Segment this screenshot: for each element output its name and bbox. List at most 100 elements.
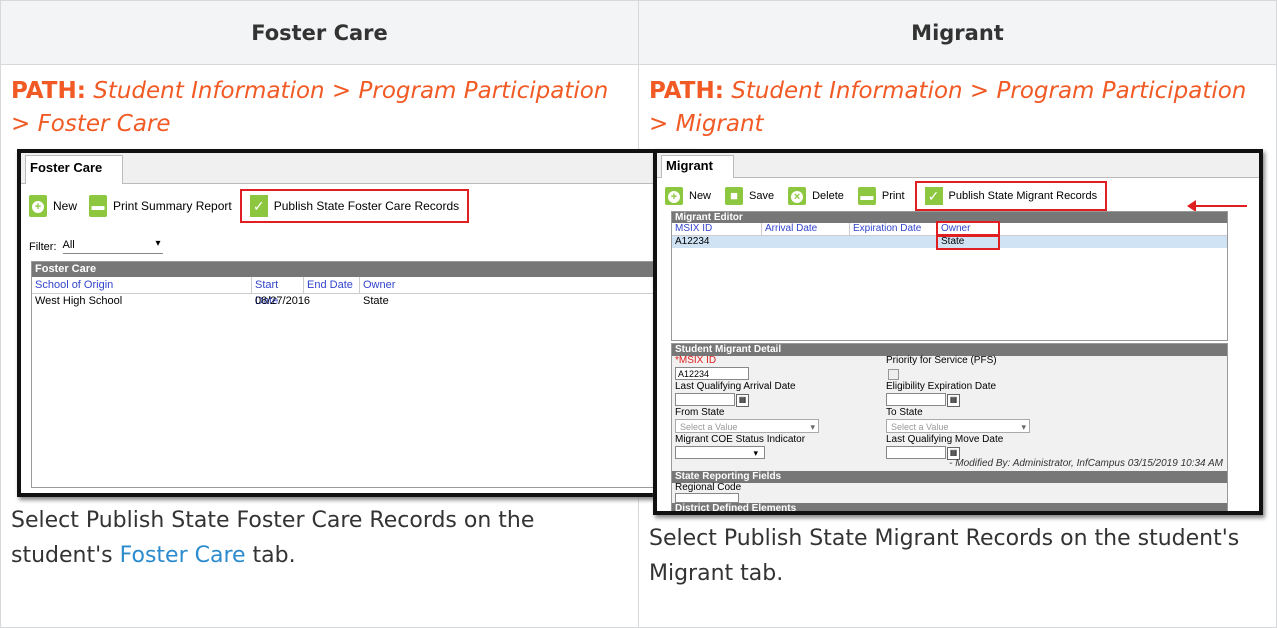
filter: Filter: All [29,238,163,254]
comparison-table: Foster Care Migrant PATH: Student Inform… [0,0,1277,628]
caption-tail: tab. [245,543,296,568]
save-icon: ■ [725,187,744,205]
eligibility-label: Eligibility Expiration Date [886,381,997,392]
col-owner[interactable]: Owner [360,277,460,293]
col-msix[interactable]: MSIX ID [672,223,762,235]
pfs-label: Priority for Service (PFS) [886,355,997,366]
print-button[interactable]: ▬ Print [857,187,905,205]
regional-code-label: Regional Code [675,482,742,493]
check-icon: ✓ [249,195,268,217]
state-fields-title: State Reporting Fields [672,471,1227,483]
coe-select[interactable]: ▾ [675,446,765,459]
foster-care-link[interactable]: Foster Care [120,543,246,568]
to-state-label: To State [886,407,923,418]
migrant-caption: Select Publish State Migrant Records on … [649,526,1240,586]
cell-start: 08/27/2016 [255,295,311,307]
col-end[interactable]: End Date [304,277,360,293]
coe-label: Migrant COE Status Indicator [675,434,806,445]
col-owner[interactable]: Owner [936,221,1000,237]
cell-owner: State [363,295,389,307]
cell-end [304,294,360,309]
calendar-icon[interactable]: ▦ [736,394,749,407]
printer-icon: ▬ [857,187,876,205]
grid-title: Migrant Editor [672,212,1227,223]
grid-title: Foster Care [32,262,678,277]
district-elements-title: District Defined Elements [672,503,1227,511]
new-label: New [689,190,712,202]
new-button[interactable]: + New [29,195,77,217]
from-state-label: From State [675,407,725,418]
publish-migrant-button[interactable]: ✓ Publish State Migrant Records [914,181,1108,211]
new-label: New [53,199,78,213]
pfs-checkbox[interactable] [888,369,899,380]
msix-label: *MSIX ID [675,355,717,366]
plus-icon: + [665,187,683,205]
chevron-down-icon: ▾ [753,448,758,458]
migrant-editor-grid: Migrant Editor MSIX ID Arrival Date Expi… [671,211,1228,341]
path-text: Student Information > Program Participat… [649,78,1247,137]
regional-code-input[interactable] [675,493,739,503]
grid-header: MSIX ID Arrival Date Expiration Date Own… [672,221,1227,237]
new-button[interactable]: + New [665,187,711,205]
col-arrival[interactable]: Arrival Date [762,223,850,235]
migrant-screenshot: Migrant + New ■ Save × Delete ▬ Print ✓ … [653,149,1263,515]
path-label: PATH: [649,78,724,104]
foster-grid: Foster Care School of Origin Start Date … [31,261,679,488]
tab-bar: Foster Care [21,153,691,184]
delete-icon: × [788,187,807,205]
move-date-label: Last Qualifying Move Date [886,434,1004,445]
calendar-icon[interactable]: ▦ [947,394,960,407]
save-button[interactable]: ■ Save [725,187,774,205]
filter-label: Filter: [29,240,57,253]
foster-path: PATH: Student Information > Program Part… [11,75,628,141]
publish-foster-button[interactable]: ✓ Publish State Foster Care Records [239,189,470,223]
save-label: Save [749,190,775,202]
move-date-input[interactable] [886,446,946,459]
modified-by: - Modified By: Administrator, InfCampus … [949,458,1223,469]
arrival-date-input[interactable] [675,393,735,406]
header-migrant: Migrant [638,0,1277,65]
from-state-select[interactable]: Select a Value [675,419,819,434]
migrant-path: PATH: Student Information > Program Part… [649,75,1266,141]
arrival-date-label: Last Qualifying Arrival Date [675,381,796,392]
student-migrant-detail: Student Migrant Detail *MSIX ID A12234 P… [671,343,1228,511]
table-row[interactable]: A12234 State [672,234,1227,250]
cell-msix: A12234 [675,236,710,247]
path-label: PATH: [11,78,86,104]
red-arrow-icon [1187,200,1247,212]
table-row[interactable]: West High School 08/27/2016 State [32,294,678,309]
delete-label: Delete [812,190,844,202]
cell-expiration [850,236,938,248]
tab-bar: Migrant [657,153,1259,178]
toolbar: + New ▬ Print Summary Report ✓ Publish S… [29,189,470,223]
toolbar: + New ■ Save × Delete ▬ Print ✓ Publish … [665,181,1108,211]
migrant-cell: PATH: Student Information > Program Part… [638,64,1277,628]
tab-migrant[interactable]: Migrant [661,155,734,178]
foster-caption: Select Publish State Foster Care Records… [11,503,628,573]
tab-foster-care[interactable]: Foster Care [25,155,124,184]
publish-label: Publish State Foster Care Records [273,199,460,213]
cell-arrival [762,236,850,248]
path-text: Student Information > Program Participat… [11,78,609,137]
foster-care-screenshot: Foster Care + New ▬ Print Summary Report… [17,149,695,497]
msix-input[interactable]: A12234 [675,367,749,380]
cell-owner: State [936,234,1000,250]
col-school[interactable]: School of Origin [32,277,252,293]
foster-care-cell: PATH: Student Information > Program Part… [0,64,695,628]
to-state-select[interactable]: Select a Value [886,419,1030,434]
filter-select[interactable]: All [62,238,163,254]
delete-button[interactable]: × Delete [788,187,844,205]
publish-label: Publish State Migrant Records [948,190,1098,202]
printer-icon: ▬ [89,195,108,217]
print-label: Print Summary Report [113,199,232,213]
cell-school: West High School [35,295,123,307]
header-foster-care: Foster Care [0,0,639,65]
grid-header: School of Origin Start Date End Date Own… [32,277,678,307]
col-start[interactable]: Start Date [252,277,304,307]
check-icon: ✓ [924,187,943,205]
eligibility-input[interactable] [886,393,946,406]
print-summary-button[interactable]: ▬ Print Summary Report [89,195,232,217]
plus-icon: + [29,195,47,217]
print-label: Print [881,190,905,202]
col-expiration[interactable]: Expiration Date [850,223,938,235]
